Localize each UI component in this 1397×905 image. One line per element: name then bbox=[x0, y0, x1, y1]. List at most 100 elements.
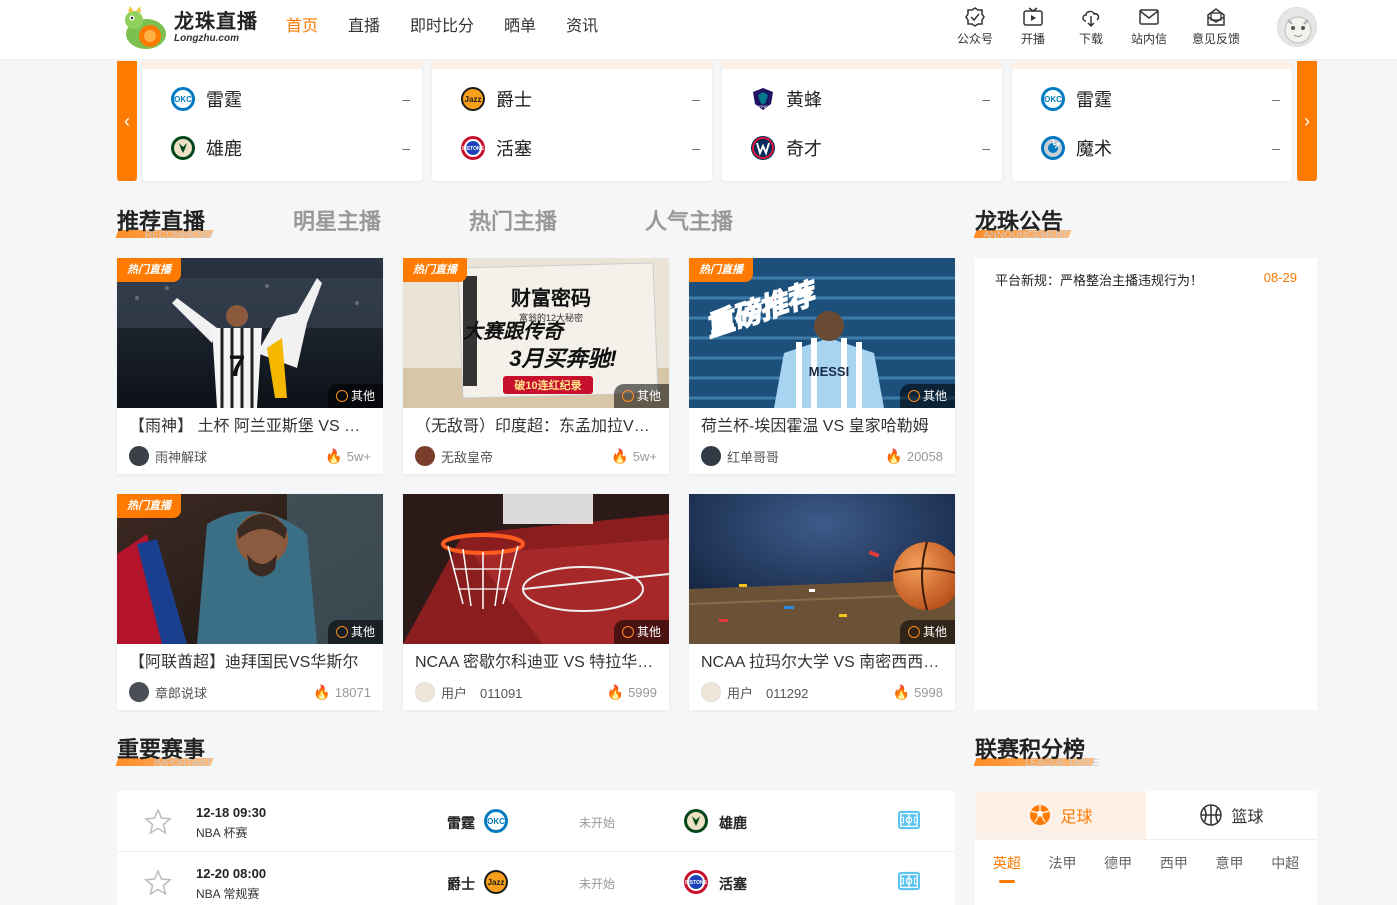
tab-football[interactable]: 足球 bbox=[975, 791, 1146, 839]
brand-subtitle: Longzhu.com bbox=[174, 33, 239, 44]
next-matches-button[interactable]: › bbox=[1297, 61, 1317, 181]
tab-popular-streamers[interactable]: 人气主播 bbox=[645, 204, 733, 236]
match-row[interactable]: 12-20 08:00 NBA 常规赛 爵士 Jazz 未开始 PISTONS … bbox=[117, 852, 955, 905]
user-avatar[interactable] bbox=[1277, 7, 1317, 47]
match-card[interactable]: Jazz 爵士 – PISTONS 活塞 – bbox=[432, 61, 712, 181]
download-button[interactable]: 下载 bbox=[1062, 6, 1120, 47]
announcement-date: 08-29 bbox=[1263, 270, 1297, 285]
team-name: 魔术 bbox=[1076, 139, 1112, 159]
announcement-text: 平台新规：严格整治主播违规行为！ bbox=[995, 273, 1204, 288]
league-table-panel: 足球 篮球 英超 法甲 德甲 西甲 意甲 中超 bbox=[975, 791, 1317, 905]
streamer-name: 雨神解球 bbox=[155, 449, 208, 465]
feedback-button[interactable]: 意见反馈 bbox=[1184, 6, 1248, 47]
recommend-section-title[interactable]: 推荐直播 RECOMMEND bbox=[115, 204, 214, 241]
jazz-logo-icon: Jazz bbox=[461, 87, 485, 111]
team-score: – bbox=[982, 140, 990, 156]
heat-value: 20058 bbox=[906, 448, 943, 464]
match-team-row: 魔术 – bbox=[1040, 134, 1280, 162]
heat-count: 🔥 5w+ bbox=[611, 448, 657, 465]
header-tools: 公众号 开播 下载 站内信 意见反馈 bbox=[946, 6, 1248, 47]
top-header: 龙珠直播 Longzhu.com 首页 直播 即时比分 晒单 资讯 公众号 开播… bbox=[0, 0, 1397, 60]
start-stream-button[interactable]: 开播 bbox=[1004, 6, 1062, 47]
svg-text:Jazz: Jazz bbox=[488, 878, 505, 887]
team-name: 活塞 bbox=[496, 139, 532, 159]
svg-text:PISTONS: PISTONS bbox=[685, 880, 708, 886]
okc-logo-icon: OKC bbox=[1041, 87, 1065, 111]
away-team: 活塞 bbox=[719, 876, 747, 892]
nav-home[interactable]: 首页 bbox=[286, 0, 318, 54]
hot-live-badge: 热门直播 bbox=[403, 258, 467, 282]
tab-bundesliga[interactable]: 德甲 bbox=[1090, 853, 1146, 873]
category-badge: 其他 bbox=[327, 384, 383, 408]
match-card[interactable]: HORNETS 黄蜂 – 奇才 – bbox=[722, 61, 1002, 181]
stream-thumbnail: 其他 bbox=[689, 494, 955, 644]
team-score: – bbox=[692, 91, 700, 107]
download-label: 下载 bbox=[1078, 32, 1103, 46]
category-label: 其他 bbox=[350, 625, 375, 639]
messages-button[interactable]: 站内信 bbox=[1120, 6, 1178, 47]
team-score: – bbox=[402, 91, 410, 107]
nav-tips[interactable]: 晒单 bbox=[504, 0, 536, 54]
tab-hot-streamers[interactable]: 热门主播 bbox=[469, 204, 557, 236]
heat-count: 🔥 5999 bbox=[607, 684, 657, 701]
category-badge: 其他 bbox=[899, 384, 955, 408]
site-logo[interactable]: 龙珠直播 Longzhu.com bbox=[120, 3, 260, 53]
team-name: 爵士 bbox=[496, 90, 532, 110]
tab-basketball[interactable]: 篮球 bbox=[1146, 791, 1317, 839]
court-live-icon[interactable] bbox=[897, 870, 921, 892]
stream-title: 荷兰杯-埃因霍温 VS 皇家哈勒姆 bbox=[701, 418, 929, 435]
match-team-row: 奇才 – bbox=[750, 134, 990, 162]
tab-star-streamers[interactable]: 明星主播 bbox=[293, 204, 381, 236]
match-row[interactable]: 12-18 09:30 NBA 杯赛 雷霆 OKC 未开始 雄鹿 bbox=[117, 791, 955, 852]
category-label: 其他 bbox=[922, 389, 947, 403]
stream-card[interactable]: 热门直播 其他 【阿联酋超】迪拜国民VS华斯尔 章郎说球 🔥 18071 bbox=[117, 494, 383, 710]
category-label: 其他 bbox=[922, 625, 947, 639]
home-team: 爵士 bbox=[447, 876, 475, 892]
ball-icon bbox=[907, 390, 920, 402]
announcement-item[interactable]: 平台新规：严格整治主播违规行为！ 08-29 bbox=[995, 270, 1297, 289]
svg-text:PISTONS: PISTONS bbox=[462, 146, 485, 152]
match-card[interactable]: OKC 雷霆 – 雄鹿 – bbox=[142, 61, 422, 181]
team-score: – bbox=[1272, 91, 1280, 107]
team-score: – bbox=[402, 140, 410, 156]
stream-card[interactable]: 7 热门直播 其他 【雨神】 土杯 阿兰亚斯堡 VS 卡… 雨神解球 🔥 5w+ bbox=[117, 258, 383, 474]
wechat-account-label: 公众号 bbox=[956, 32, 993, 46]
match-time: 12-20 08:00 bbox=[196, 866, 267, 881]
nav-live[interactable]: 直播 bbox=[348, 0, 380, 54]
stream-card[interactable]: 财富密码 富翁的12大秘密 大赛跟传奇 3月买奔驰! 破10连红纪录 热门直播 … bbox=[403, 258, 669, 474]
tab-premier-league[interactable]: 英超 bbox=[979, 853, 1035, 883]
heat-count: 🔥 5998 bbox=[893, 684, 943, 701]
ball-icon bbox=[335, 626, 348, 638]
stream-card[interactable]: 其他 NCAA 密歇尔科迪亚 VS 特拉华… 用户 011091 🔥 5999 bbox=[403, 494, 669, 710]
tab-ligue1[interactable]: 法甲 bbox=[1035, 853, 1091, 873]
heat-value: 5999 bbox=[628, 684, 657, 700]
tab-csl[interactable]: 中超 bbox=[1257, 853, 1313, 873]
cloud-download-icon bbox=[1082, 10, 1100, 28]
tab-serie-a[interactable]: 意甲 bbox=[1202, 853, 1258, 873]
court-live-icon[interactable] bbox=[897, 809, 921, 831]
important-section-title: 重要赛事 IMPORTANT bbox=[115, 732, 214, 769]
stream-card[interactable]: 其他 NCAA 拉玛尔大学 VS 南密西西… 用户 011292 🔥 5998 bbox=[689, 494, 955, 710]
stream-title: 【阿联酋超】迪拜国民VS华斯尔 bbox=[129, 654, 359, 671]
stream-thumbnail: 热门直播 其他 bbox=[117, 494, 383, 644]
star-icon[interactable] bbox=[143, 868, 173, 898]
heat-count: 🔥 20058 bbox=[885, 448, 943, 465]
stream-card[interactable]: MESSI 重磅推荐 热门直播 其他 荷兰杯-埃因霍温 VS 皇家哈勒姆 红单哥… bbox=[689, 258, 955, 474]
heat-count: 🔥 5w+ bbox=[325, 448, 371, 465]
hot-live-badge: 热门直播 bbox=[117, 494, 181, 518]
match-team-row: OKC 雷霆 – bbox=[1040, 85, 1280, 113]
match-card[interactable]: OKC 雷霆 – 魔术 – bbox=[1012, 61, 1292, 181]
streamer-avatar bbox=[129, 682, 149, 702]
prev-matches-button[interactable]: ‹ bbox=[117, 61, 137, 181]
promo-badge: 破10连红纪录 bbox=[514, 378, 581, 392]
nav-livescore[interactable]: 即时比分 bbox=[410, 0, 474, 54]
ball-icon bbox=[335, 390, 348, 402]
pistons-logo-icon: PISTONS bbox=[461, 136, 485, 160]
tab-laliga[interactable]: 西甲 bbox=[1146, 853, 1202, 873]
league-table-section-title: 联赛积分榜 LEAGUE TABLE bbox=[973, 732, 1099, 769]
nav-news[interactable]: 资讯 bbox=[566, 0, 598, 54]
wechat-account-button[interactable]: 公众号 bbox=[946, 6, 1004, 47]
tab-football-label: 足球 bbox=[1060, 809, 1093, 826]
star-icon[interactable] bbox=[143, 807, 173, 837]
jersey-name: MESSI bbox=[809, 364, 849, 379]
